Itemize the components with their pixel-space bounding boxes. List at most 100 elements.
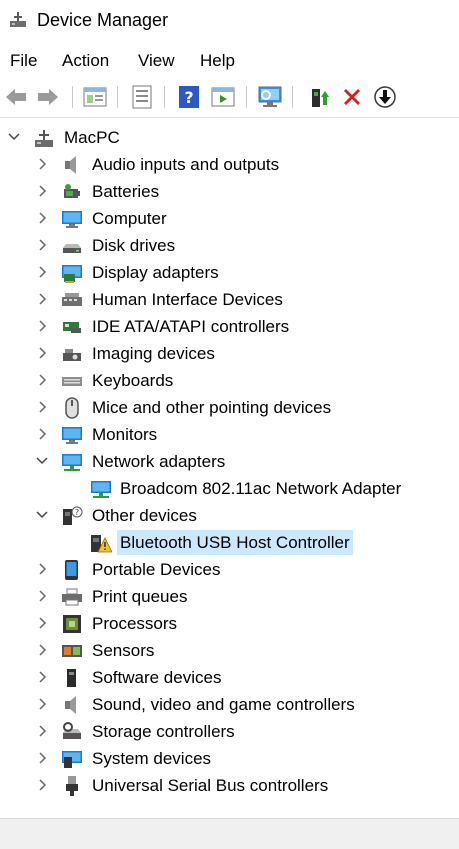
tree-item-storage-controllers[interactable]: Storage controllers [0, 718, 459, 745]
update-driver-icon [312, 89, 329, 107]
properties-icon [83, 87, 107, 107]
tree-item-label: Sound, video and game controllers [92, 695, 355, 714]
disk-drive-icon [63, 244, 81, 253]
show-hide-console-tree-button[interactable] [82, 84, 108, 110]
tree-item-label: Network adapters [92, 452, 226, 471]
chevron-right-icon[interactable] [35, 616, 49, 630]
tree-item-display-adapters[interactable]: Display adapters [0, 259, 459, 286]
chevron-right-icon[interactable] [35, 697, 49, 711]
svg-text:?: ? [75, 508, 79, 517]
tree-item-label: Sensors [92, 641, 155, 660]
toolbar-separator [246, 86, 247, 108]
tree-item-label: Broadcom 802.11ac Network Adapter [120, 479, 402, 498]
usb-icon [66, 776, 78, 796]
chevron-right-icon[interactable] [35, 427, 49, 441]
tree-root-macpc[interactable]: MacPC [0, 124, 459, 151]
tree-item-label: Bluetooth USB Host Controller [117, 530, 353, 555]
chevron-right-icon[interactable] [35, 319, 49, 333]
menu-action[interactable]: Action [62, 51, 109, 71]
chevron-right-icon[interactable] [35, 643, 49, 657]
forward-button[interactable] [35, 84, 61, 110]
chevron-right-icon[interactable] [35, 670, 49, 684]
run-icon [211, 87, 235, 107]
system-device-icon [62, 751, 82, 768]
device-manager-icon [10, 12, 26, 27]
chevron-right-icon[interactable] [35, 400, 49, 414]
chevron-down-icon[interactable] [7, 130, 21, 144]
storage-controller-icon [63, 722, 81, 739]
chevron-down-icon[interactable] [35, 508, 49, 522]
chevron-right-icon[interactable] [35, 184, 49, 198]
tree-item-software-devices[interactable]: Software devices [0, 664, 459, 691]
chevron-right-icon[interactable] [35, 292, 49, 306]
action-pane-button[interactable] [210, 84, 236, 110]
chevron-down-icon[interactable] [35, 454, 49, 468]
battery-icon [64, 184, 80, 198]
menu-file[interactable]: File [10, 51, 37, 71]
chevron-right-icon[interactable] [35, 373, 49, 387]
tree-item-system-devices[interactable]: System devices [0, 745, 459, 772]
tree-item-label: Human Interface Devices [92, 290, 283, 309]
tree-item-disk-drives[interactable]: Disk drives [0, 232, 459, 259]
chevron-right-icon[interactable] [35, 778, 49, 792]
disable-device-button[interactable] [372, 84, 398, 110]
tree-item-portable-devices[interactable]: Portable Devices [0, 556, 459, 583]
tree-item-computer[interactable]: Computer [0, 205, 459, 232]
tree-item-ide[interactable]: IDE ATA/ATAPI controllers [0, 313, 459, 340]
back-arrow-icon [6, 89, 26, 105]
toolbar-separator [72, 86, 73, 108]
mouse-icon [65, 397, 79, 419]
tree-item-audio[interactable]: Audio inputs and outputs [0, 151, 459, 178]
tree-item-batteries[interactable]: Batteries [0, 178, 459, 205]
chevron-right-icon[interactable] [35, 751, 49, 765]
tree-item-sensors[interactable]: Sensors [0, 637, 459, 664]
help-button[interactable]: ? [176, 84, 202, 110]
tree-item-network-adapters[interactable]: Network adapters [0, 448, 459, 475]
chevron-right-icon[interactable] [35, 265, 49, 279]
network-adapter-icon [91, 481, 111, 498]
device-list-icon [132, 85, 152, 109]
chevron-right-icon[interactable] [35, 562, 49, 576]
tree-item-keyboards[interactable]: Keyboards [0, 367, 459, 394]
tree-item-label: Storage controllers [92, 722, 235, 741]
menu-help[interactable]: Help [200, 51, 235, 71]
uninstall-device-button[interactable] [339, 84, 365, 110]
toolbar-separator [117, 86, 118, 108]
tree-item-usb-controllers[interactable]: Universal Serial Bus controllers [0, 772, 459, 799]
monitor-icon [62, 427, 82, 444]
menu-view[interactable]: View [138, 51, 175, 71]
tree-item-imaging[interactable]: Imaging devices [0, 340, 459, 367]
tree-item-broadcom-adapter[interactable]: Broadcom 802.11ac Network Adapter [0, 475, 459, 502]
printer-icon [62, 588, 82, 606]
tree-item-label: Portable Devices [92, 560, 221, 579]
chevron-right-icon[interactable] [35, 589, 49, 603]
scan-hardware-button[interactable] [257, 84, 283, 110]
update-driver-button[interactable] [306, 84, 332, 110]
back-button[interactable] [3, 84, 29, 110]
status-bar [0, 818, 459, 849]
svg-text:?: ? [184, 88, 193, 107]
tree-item-mice[interactable]: Mice and other pointing devices [0, 394, 459, 421]
tree-item-processors[interactable]: Processors [0, 610, 459, 637]
tree-item-other-devices[interactable]: ? Other devices [0, 502, 459, 529]
chevron-right-icon[interactable] [35, 346, 49, 360]
tree-item-print-queues[interactable]: Print queues [0, 583, 459, 610]
chevron-right-icon[interactable] [35, 211, 49, 225]
tree-item-monitors[interactable]: Monitors [0, 421, 459, 448]
tree-item-label: Disk drives [92, 236, 176, 255]
tree-item-sound[interactable]: Sound, video and game controllers [0, 691, 459, 718]
software-device-icon [67, 669, 76, 687]
disable-icon [374, 86, 396, 108]
tree-item-label: System devices [92, 749, 212, 768]
chevron-right-icon[interactable] [35, 157, 49, 171]
monitor-scan-icon [258, 86, 282, 107]
tree-item-hid[interactable]: Human Interface Devices [0, 286, 459, 313]
chevron-right-icon[interactable] [35, 724, 49, 738]
tree-item-bluetooth-controller[interactable]: Bluetooth USB Host Controller [0, 529, 459, 556]
properties-button[interactable] [129, 84, 155, 110]
keyboard-icon [62, 377, 82, 386]
chevron-right-icon[interactable] [35, 238, 49, 252]
speaker-icon [65, 696, 76, 714]
sensor-icon [62, 645, 82, 657]
tree-item-label: Batteries [92, 182, 160, 201]
